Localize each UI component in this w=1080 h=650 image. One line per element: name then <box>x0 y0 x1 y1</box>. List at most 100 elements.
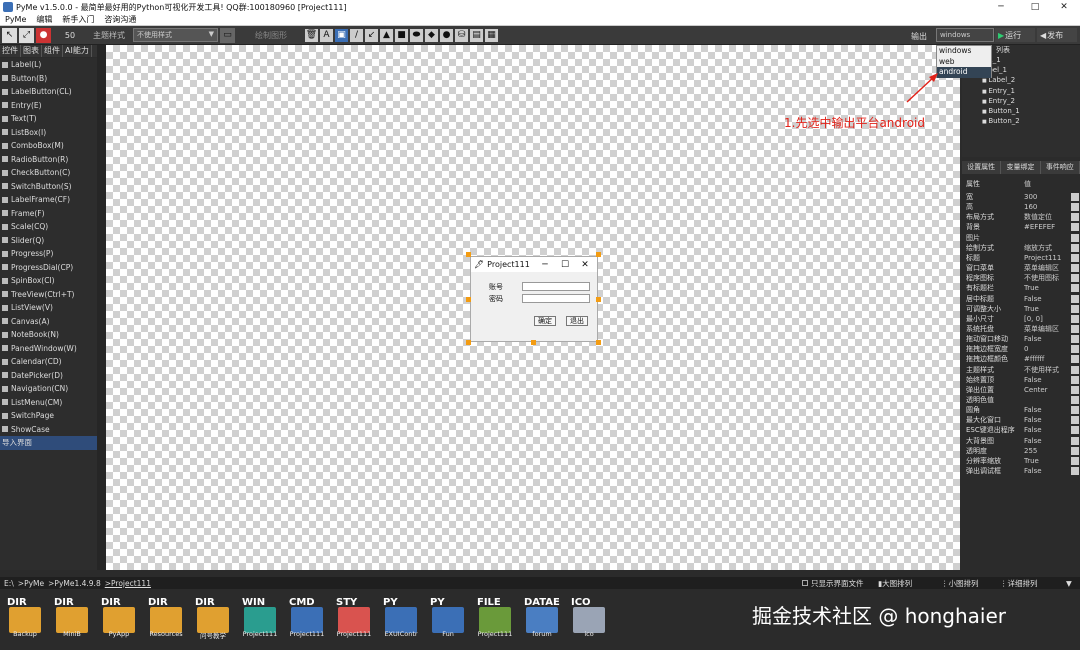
platform-option-web[interactable]: web <box>937 57 991 68</box>
property-row[interactable]: 窗口菜单 菜单编辑区 <box>966 263 1076 273</box>
property-value[interactable]: False <box>1024 436 1072 446</box>
widget-item[interactable]: PanedWindow(W) <box>0 342 97 356</box>
run-button[interactable]: ▶ 运行 <box>995 28 1035 42</box>
property-row[interactable]: 居中标题 False <box>966 294 1076 304</box>
file-item[interactable]: CMD Project111 <box>287 597 327 641</box>
property-edit-icon[interactable] <box>1071 436 1079 445</box>
widget-item[interactable]: LabelButton(CL) <box>0 85 97 99</box>
tab-charts[interactable]: 图表 <box>21 45 42 57</box>
platform-select[interactable]: windows <box>936 28 994 42</box>
property-value[interactable]: False <box>1024 334 1072 344</box>
property-value[interactable]: 不使用图标 <box>1024 273 1072 283</box>
property-row[interactable]: 拖拽边框宽度 0 <box>966 344 1076 354</box>
property-value[interactable]: True <box>1024 456 1072 466</box>
zoom-value[interactable]: 50 <box>55 28 85 43</box>
widget-item[interactable]: ListView(V) <box>0 301 97 315</box>
property-row[interactable]: 有标题栏 True <box>966 283 1076 293</box>
property-edit-icon[interactable] <box>1071 345 1079 354</box>
file-item[interactable]: PY EXUIContr <box>381 597 421 641</box>
property-row[interactable]: 拖拽边框颜色 #ffffff <box>966 354 1076 364</box>
small-icons-option[interactable]: ⋮小图排列 <box>941 578 979 589</box>
property-row[interactable]: 程序图标 不使用图标 <box>966 273 1076 283</box>
property-edit-icon[interactable] <box>1071 284 1079 293</box>
property-edit-icon[interactable] <box>1071 243 1079 252</box>
property-value[interactable]: 300 <box>1024 192 1072 202</box>
big-icons-option[interactable]: ▮大图排列 <box>878 578 912 589</box>
tree-item[interactable]: ■ Button_2 <box>982 117 1020 125</box>
widget-item[interactable]: RadioButton(R) <box>0 153 97 167</box>
property-row[interactable]: 图片 <box>966 233 1076 243</box>
exit-button[interactable]: 退出 <box>566 316 588 326</box>
theme-preview-icon[interactable]: ▭ <box>220 27 235 43</box>
theme-select[interactable]: 不使用样式 ▼ <box>133 28 218 42</box>
widget-item[interactable]: TreeView(Ctrl+T) <box>0 288 97 302</box>
menu-edit[interactable]: 编辑 <box>31 14 57 25</box>
collapse-icon[interactable]: ▼ <box>1066 579 1072 588</box>
property-row[interactable]: 系统托盘 菜单编辑区 <box>966 324 1076 334</box>
widget-item[interactable]: LabelFrame(CF) <box>0 193 97 207</box>
menu-guide[interactable]: 新手入门 <box>57 14 99 25</box>
file-item[interactable]: DIR PyApp <box>99 597 139 641</box>
widget-item[interactable]: Label(L) <box>0 58 97 72</box>
widget-item[interactable]: Progress(P) <box>0 247 97 261</box>
path-version[interactable]: >PyMe1.4.9.8 <box>48 579 101 588</box>
rectangle-icon[interactable]: ■ <box>395 28 408 42</box>
widget-item[interactable]: Text(T) <box>0 112 97 126</box>
resize-handle[interactable] <box>466 340 471 345</box>
property-edit-icon[interactable] <box>1071 324 1079 333</box>
circle-icon[interactable]: ● <box>440 28 453 42</box>
property-row[interactable]: 可调整大小 True <box>966 304 1076 314</box>
resize-handle[interactable] <box>596 297 601 302</box>
path-root[interactable]: E:\ <box>4 579 14 588</box>
property-edit-icon[interactable] <box>1071 446 1079 455</box>
property-value[interactable]: 菜单编辑区 <box>1024 263 1072 273</box>
property-value[interactable]: False <box>1024 466 1072 476</box>
trash-icon[interactable]: 🗑 <box>305 28 318 42</box>
widget-item[interactable]: DatePicker(D) <box>0 369 97 383</box>
property-edit-icon[interactable] <box>1071 253 1079 262</box>
property-edit-icon[interactable] <box>1071 335 1079 344</box>
property-value[interactable] <box>1024 395 1072 405</box>
widget-item[interactable]: Scale(CQ) <box>0 220 97 234</box>
path-pyme[interactable]: >PyMe <box>18 579 44 588</box>
property-edit-icon[interactable] <box>1071 355 1079 364</box>
property-row[interactable]: 弹出位置 Center <box>966 385 1076 395</box>
widget-item[interactable]: SpinBox(CI) <box>0 274 97 288</box>
property-row[interactable]: 主题样式 不使用样式 <box>966 365 1076 375</box>
property-edit-icon[interactable] <box>1071 304 1079 313</box>
property-value[interactable]: False <box>1024 375 1072 385</box>
widget-item[interactable]: 导入界面 <box>0 436 97 450</box>
widget-item[interactable]: ComboBox(M) <box>0 139 97 153</box>
property-row[interactable]: 布局方式 数值定位 <box>966 212 1076 222</box>
widget-item[interactable]: SwitchButton(S) <box>0 180 97 194</box>
property-edit-icon[interactable] <box>1071 365 1079 374</box>
file-item[interactable]: DIR Resources <box>146 597 186 641</box>
property-row[interactable]: 弹出调试框 False <box>966 466 1076 476</box>
property-edit-icon[interactable] <box>1071 467 1079 476</box>
widget-item[interactable]: SwitchPage <box>0 409 97 423</box>
property-row[interactable]: 最小尺寸 [0, 0] <box>966 314 1076 324</box>
password-entry[interactable] <box>522 294 590 303</box>
property-value[interactable]: False <box>1024 415 1072 425</box>
property-row[interactable]: 透明色值 <box>966 395 1076 405</box>
widget-item[interactable]: Calendar(CD) <box>0 355 97 369</box>
widget-item[interactable]: ListBox(I) <box>0 126 97 140</box>
image-shape-icon[interactable]: ▣ <box>335 28 348 42</box>
property-row[interactable]: 标题 Project111 <box>966 253 1076 263</box>
tab-events[interactable]: 事件响应 <box>1041 161 1080 174</box>
property-value[interactable]: Project111 <box>1024 253 1072 263</box>
tree-item[interactable]: ■ Button_1 <box>982 107 1020 115</box>
widget-item[interactable]: Entry(E) <box>0 99 97 113</box>
ok-button[interactable]: 确定 <box>534 316 556 326</box>
resize-handle[interactable] <box>466 252 471 257</box>
text-shape-icon[interactable]: A <box>320 28 333 42</box>
platform-option-windows[interactable]: windows <box>937 46 991 57</box>
widget-item[interactable]: ListMenu(CM) <box>0 396 97 410</box>
tab-variable-binding[interactable]: 变量绑定 <box>1001 161 1041 174</box>
property-value[interactable]: 数值定位 <box>1024 212 1072 222</box>
property-row[interactable]: 拖动窗口移动 False <box>966 334 1076 344</box>
tab-ai[interactable]: AI能力 <box>63 45 92 57</box>
resize-handle[interactable] <box>466 297 471 302</box>
file-item[interactable]: DIR MiniB <box>52 597 92 641</box>
widget-item[interactable]: ProgressDial(CP) <box>0 261 97 275</box>
